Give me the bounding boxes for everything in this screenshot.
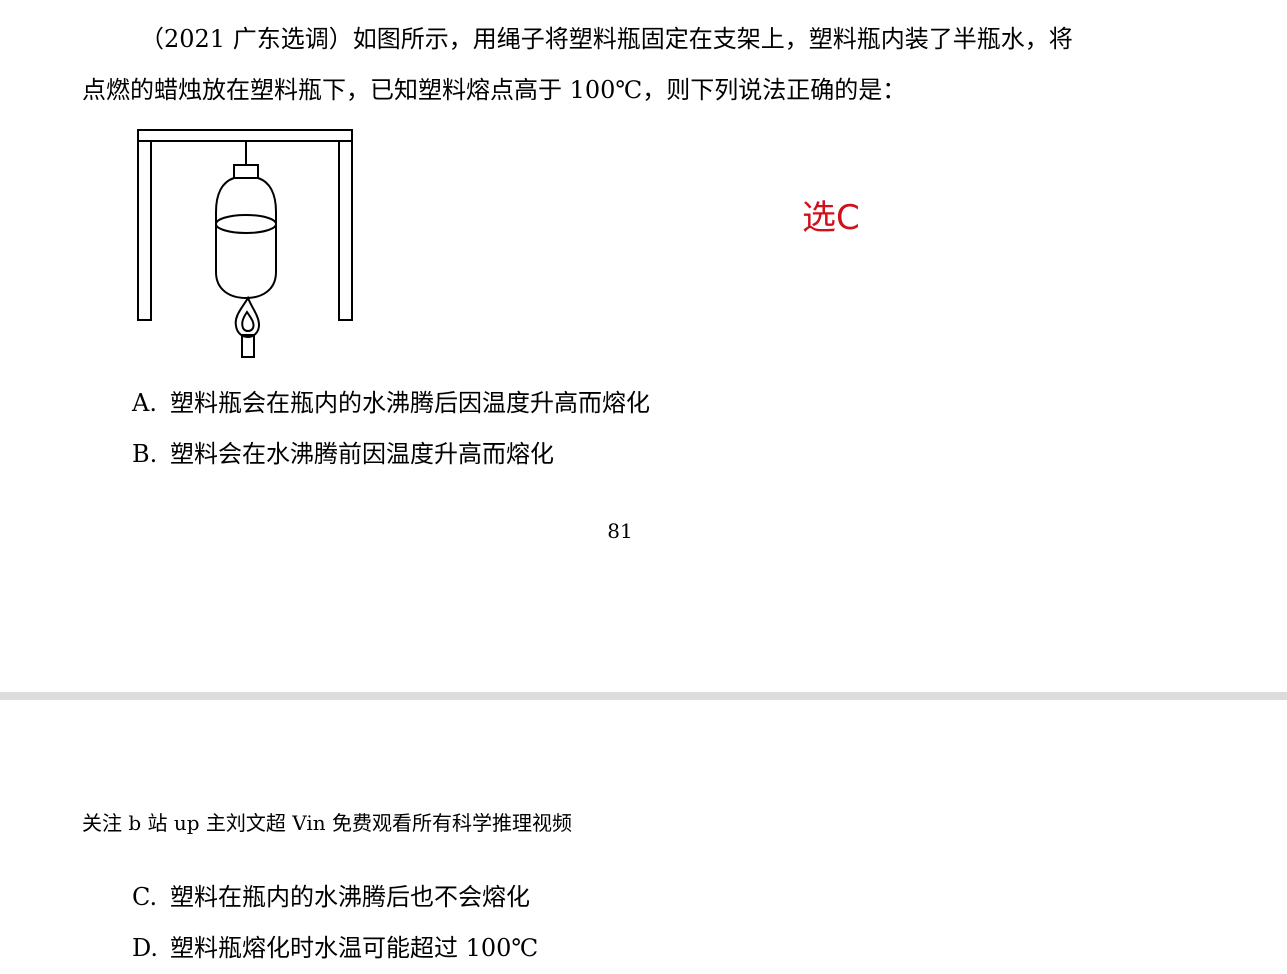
document-page-upper: （2021 广东选调）如图所示，用绳子将塑料瓶固定在支架上，塑料瓶内装了半瓶水，… <box>0 0 1287 692</box>
answer-annotation: 选C <box>802 198 860 238</box>
stand-right-leg <box>338 140 353 321</box>
option-c: C. 塑料在瓶内的水沸腾后也不会熔化 <box>132 880 530 914</box>
option-d-text: 塑料瓶熔化时水温可能超过 100℃ <box>170 934 539 962</box>
diagram-svg <box>137 129 353 358</box>
option-c-text: 塑料在瓶内的水沸腾后也不会熔化 <box>170 883 530 911</box>
option-d-key: D. <box>132 934 159 962</box>
candle-flame-inner <box>241 310 255 332</box>
plastic-bottle <box>215 177 277 300</box>
question-text-line-2: 点燃的蜡烛放在塑料瓶下，已知塑料熔点高于 100℃，则下列说法正确的是： <box>82 76 907 104</box>
document-page-lower: 关注 b 站 up 主刘文超 Vin 免费观看所有科学推理视频 C. 塑料在瓶内的… <box>0 700 1287 974</box>
water-surface <box>215 214 277 234</box>
stand-crossbar <box>137 129 353 142</box>
option-a: A. 塑料瓶会在瓶内的水沸腾后因温度升高而熔化 <box>132 386 650 420</box>
option-b-key: B. <box>132 440 158 468</box>
candle <box>241 334 255 358</box>
option-c-key: C. <box>132 883 158 911</box>
option-d: D. 塑料瓶熔化时水温可能超过 100℃ <box>132 931 538 965</box>
stand-left-leg <box>137 140 152 321</box>
page-separator <box>0 692 1287 700</box>
page-number: 81 <box>607 519 633 543</box>
option-a-key: A. <box>132 389 157 417</box>
option-b-text: 塑料会在水沸腾前因温度升高而熔化 <box>170 440 554 468</box>
option-a-text: 塑料瓶会在瓶内的水沸腾后因温度升高而熔化 <box>170 389 650 417</box>
stand-bottle-candle-diagram <box>130 122 362 366</box>
page-header-note: 关注 b 站 up 主刘文超 Vin 免费观看所有科学推理视频 <box>82 811 572 835</box>
bottle-cap <box>233 164 259 179</box>
option-b: B. 塑料会在水沸腾前因温度升高而熔化 <box>132 437 554 471</box>
question-text-line-1: （2021 广东选调）如图所示，用绳子将塑料瓶固定在支架上，塑料瓶内装了半瓶水，… <box>140 25 1073 53</box>
